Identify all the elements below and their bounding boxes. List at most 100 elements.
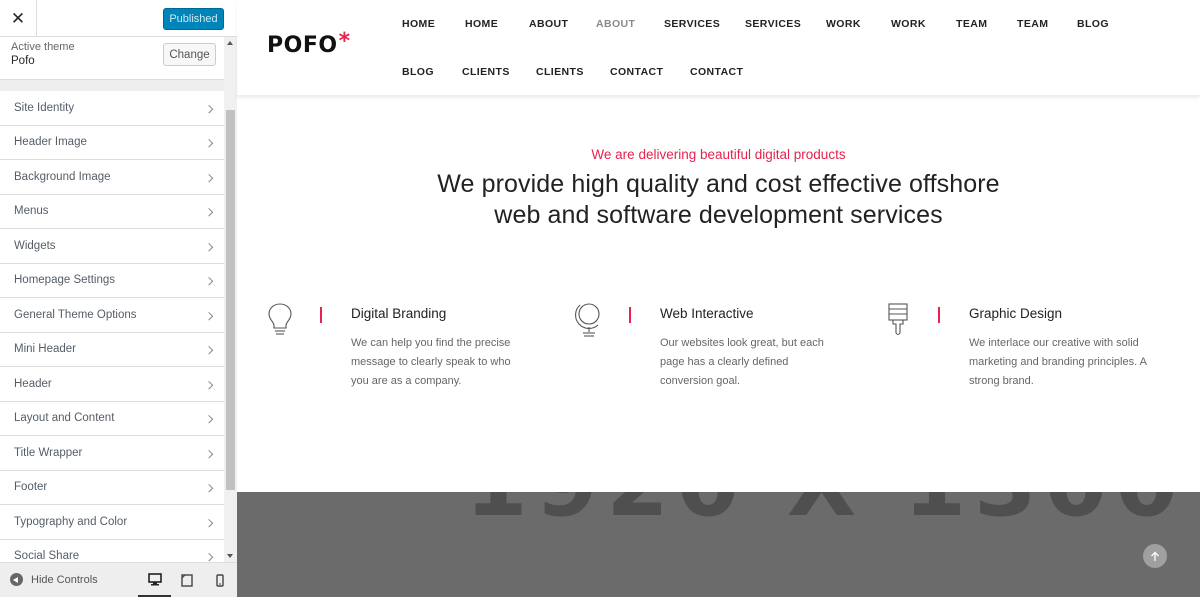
section-label: Footer — [14, 481, 48, 494]
image-placeholder-section: 1920 X 1300 — [237, 492, 1200, 597]
chevron-right-icon — [204, 415, 214, 424]
section-label: Site Identity — [14, 101, 75, 114]
nav-item-services[interactable]: SERVICES — [745, 18, 801, 30]
preview-mobile-button[interactable] — [203, 563, 236, 597]
sidebar-footer: Hide Controls — [0, 562, 237, 597]
chevron-right-icon — [204, 346, 214, 355]
section-label: Title Wrapper — [14, 446, 83, 459]
nav-item-about[interactable]: ABOUT — [529, 18, 568, 30]
preview-desktop-button[interactable] — [138, 563, 171, 597]
hero-title-line-2: web and software development services — [494, 201, 943, 229]
section-footer[interactable]: Footer — [0, 470, 224, 505]
section-label: Widgets — [14, 239, 56, 252]
section-title-wrapper[interactable]: Title Wrapper — [0, 436, 224, 471]
section-widgets[interactable]: Widgets — [0, 229, 224, 264]
nav-item-contact[interactable]: CONTACT — [610, 66, 663, 78]
chevron-right-icon — [204, 484, 214, 493]
nav-item-home[interactable]: HOME — [465, 18, 498, 30]
nav-item-work[interactable]: WORK — [826, 18, 861, 30]
section-label: Header — [14, 377, 52, 390]
tablet-icon — [180, 574, 193, 587]
globe-icon — [575, 303, 600, 337]
scrollbar-thumb[interactable] — [226, 110, 235, 490]
chevron-right-icon — [204, 104, 214, 114]
nav-item-home[interactable]: HOME — [402, 18, 435, 30]
section-label: General Theme Options — [14, 308, 137, 321]
site-logo[interactable]: POFO* — [267, 29, 351, 58]
nav-item-clients[interactable]: CLIENTS — [462, 66, 510, 78]
chevron-right-icon — [204, 173, 214, 183]
preview-tablet-button[interactable] — [170, 563, 203, 597]
close-customizer-button[interactable]: ✕ — [0, 0, 37, 37]
site-header: POFO* HOME HOME ABOUT ABOUT SERVICES SER… — [237, 0, 1200, 96]
nav-item-clients[interactable]: CLIENTS — [536, 66, 584, 78]
feature-text: We can help you find the precise message… — [351, 337, 511, 387]
nav-item-team[interactable]: TEAM — [1017, 18, 1048, 30]
section-menus[interactable]: Menus — [0, 194, 224, 229]
hero-subtitle: We are delivering beautiful digital prod… — [591, 147, 846, 162]
site-preview: POFO* HOME HOME ABOUT ABOUT SERVICES SER… — [237, 0, 1200, 597]
section-label: Mini Header — [14, 343, 76, 356]
section-label: Social Share — [14, 550, 80, 562]
nav-item-blog[interactable]: BLOG — [402, 66, 434, 78]
lightbulb-icon — [268, 303, 292, 335]
active-theme-label: Active theme — [11, 41, 75, 53]
active-theme-panel: Active theme Pofo Change — [0, 37, 225, 80]
chevron-right-icon — [204, 449, 214, 459]
nav-item-blog[interactable]: BLOG — [1077, 18, 1109, 30]
theme-name: Pofo — [11, 55, 35, 67]
chevron-right-icon — [204, 277, 214, 286]
feature-web-interactive: Web Interactive Our websites look great,… — [546, 300, 846, 400]
arrow-up-icon — [1151, 551, 1159, 561]
accent-bar — [629, 307, 631, 323]
section-background-image[interactable]: Background Image — [0, 160, 224, 195]
publish-button[interactable]: Published — [163, 8, 224, 30]
sidebar-scrollbar[interactable] — [224, 37, 237, 562]
change-theme-button[interactable]: Change — [163, 43, 216, 66]
placeholder-dimension-text: 1920 X 1300 — [465, 492, 1186, 537]
chevron-right-icon — [204, 242, 214, 252]
chevron-right-icon — [204, 553, 214, 562]
nav-item-contact[interactable]: CONTACT — [690, 66, 743, 78]
hide-controls-button[interactable]: Hide Controls — [10, 573, 98, 586]
nav-item-work[interactable]: WORK — [891, 18, 926, 30]
nav-item-services[interactable]: SERVICES — [664, 18, 720, 30]
section-mini-header[interactable]: Mini Header — [0, 332, 224, 367]
nav-item-about[interactable]: ABOUT — [596, 18, 635, 30]
accent-bar — [320, 307, 322, 323]
customizer-sidebar: ✕ Published Active theme Pofo Change Sit… — [0, 0, 237, 597]
logo-star: * — [338, 29, 351, 54]
hide-controls-label: Hide Controls — [31, 573, 98, 586]
section-label: Typography and Color — [14, 515, 128, 528]
section-layout-and-content[interactable]: Layout and Content — [0, 401, 224, 436]
scroll-to-top-button[interactable] — [1143, 544, 1167, 568]
nav-item-team[interactable]: TEAM — [956, 18, 987, 30]
section-label: Background Image — [14, 170, 111, 183]
paint-brush-icon — [888, 303, 908, 336]
chevron-right-icon — [204, 380, 214, 390]
section-label: Layout and Content — [14, 412, 115, 425]
collapse-left-icon — [10, 573, 23, 586]
scroll-down-arrow-icon[interactable] — [227, 554, 233, 558]
sidebar-header: ✕ Published — [0, 0, 237, 37]
mobile-icon — [215, 574, 224, 587]
feature-title: Digital Branding — [351, 306, 447, 321]
section-general-theme-options[interactable]: General Theme Options — [0, 298, 224, 333]
section-label: Header Image — [14, 136, 87, 149]
scroll-up-arrow-icon[interactable] — [227, 41, 233, 45]
feature-title: Graphic Design — [969, 306, 1063, 321]
section-typography-and-color[interactable]: Typography and Color — [0, 505, 224, 540]
section-social-share[interactable]: Social Share — [0, 539, 224, 562]
feature-text: Our websites look great, but each page h… — [660, 337, 824, 387]
section-label: Homepage Settings — [14, 274, 116, 287]
chevron-right-icon — [204, 139, 214, 148]
feature-title: Web Interactive — [660, 306, 754, 321]
feature-digital-branding: Digital Branding We can help you find th… — [237, 300, 537, 400]
accent-bar — [938, 307, 940, 323]
section-header-image[interactable]: Header Image — [0, 125, 224, 160]
section-site-identity[interactable]: Site Identity — [0, 91, 224, 126]
chevron-right-icon — [204, 208, 214, 217]
feature-graphic-design: Graphic Design We interlace our creative… — [855, 300, 1155, 400]
section-header[interactable]: Header — [0, 367, 224, 402]
section-homepage-settings[interactable]: Homepage Settings — [0, 263, 224, 298]
